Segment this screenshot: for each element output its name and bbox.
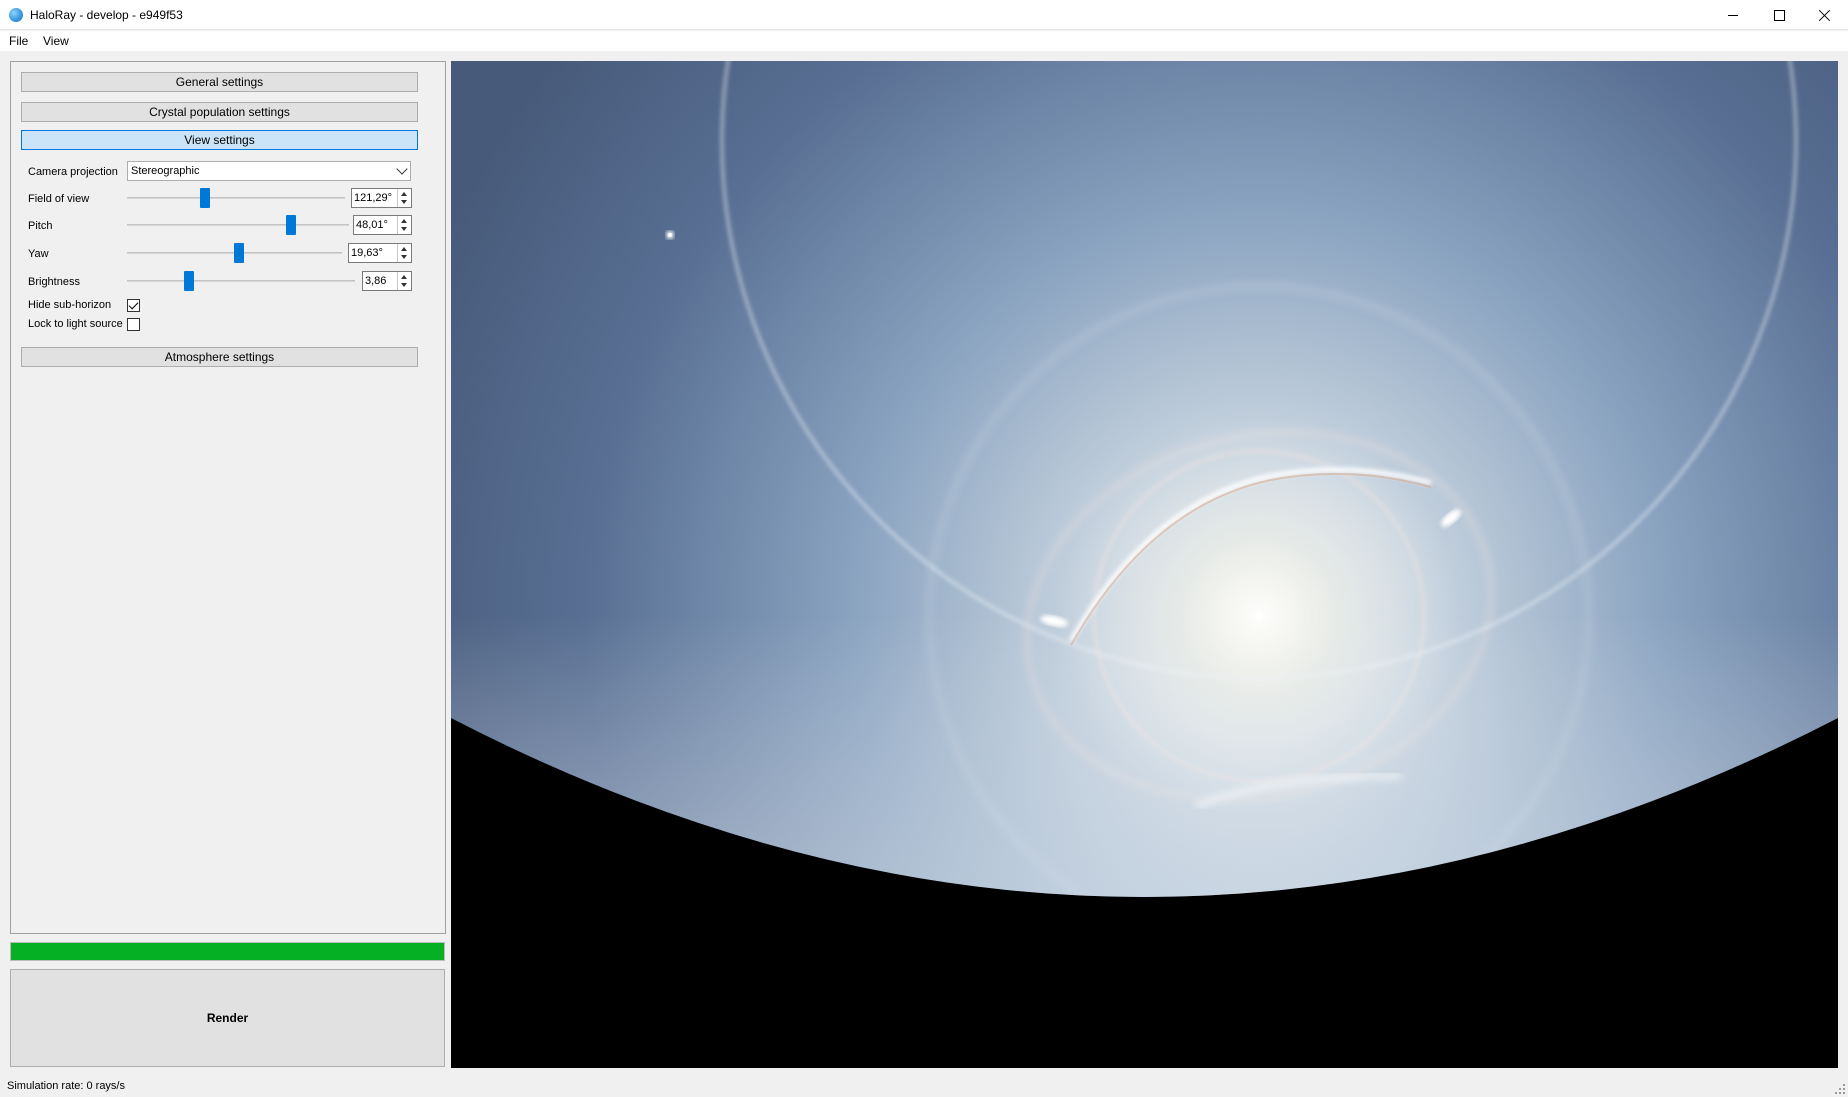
title-bar: HaloRay - develop - e949f53	[0, 0, 1848, 30]
yaw-value: 19,63°	[351, 247, 383, 259]
menu-bar: File View	[0, 31, 1848, 51]
spin-down-icon[interactable]	[401, 200, 407, 204]
fov-label: Field of view	[28, 193, 90, 205]
spin-up-icon[interactable]	[401, 219, 407, 223]
brightness-slider[interactable]	[127, 271, 355, 291]
chevron-down-icon	[396, 163, 408, 175]
camera-projection-label: Camera projection	[28, 166, 118, 178]
brightness-label: Brightness	[28, 276, 80, 288]
general-settings-button[interactable]: General settings	[21, 72, 418, 92]
close-button[interactable]	[1802, 0, 1848, 30]
window-title: HaloRay - develop - e949f53	[30, 8, 183, 22]
pitch-slider-track	[127, 224, 349, 226]
brightness-value: 3,86	[365, 275, 387, 287]
camera-projection-value: Stereographic	[131, 165, 200, 177]
spin-down-icon[interactable]	[401, 227, 407, 231]
render-progress-bar	[10, 942, 445, 961]
spin-up-icon[interactable]	[401, 247, 407, 251]
maximize-button[interactable]	[1756, 0, 1802, 30]
fov-slider-handle[interactable]	[200, 188, 210, 208]
pitch-spin-buttons[interactable]	[397, 216, 411, 234]
yaw-slider-handle[interactable]	[234, 243, 244, 263]
brightness-slider-handle[interactable]	[184, 271, 194, 291]
pitch-slider[interactable]	[127, 215, 349, 235]
maximize-icon	[1773, 9, 1785, 21]
fov-slider-track	[127, 197, 345, 199]
brightness-slider-track	[127, 280, 355, 282]
progress-fill	[11, 943, 444, 960]
spin-up-icon[interactable]	[401, 275, 407, 279]
pitch-label: Pitch	[28, 220, 53, 232]
settings-panel: General settings Crystal population sett…	[10, 61, 446, 934]
camera-projection-select[interactable]: Stereographic	[127, 161, 411, 181]
spin-down-icon[interactable]	[401, 255, 407, 259]
fov-spinbox[interactable]: 121,29°	[351, 188, 412, 208]
status-text: Simulation rate: 0 rays/s	[7, 1080, 125, 1092]
pitch-value: 48,01°	[356, 219, 388, 231]
fov-spin-buttons[interactable]	[397, 189, 411, 207]
atmosphere-settings-button[interactable]: Atmosphere settings	[21, 347, 418, 367]
lock-light-source-checkbox[interactable]	[127, 318, 140, 331]
lock-light-source-label: Lock to light source	[28, 318, 123, 330]
render-viewport[interactable]	[451, 61, 1838, 1068]
render-button[interactable]: Render	[10, 969, 445, 1067]
checkmark-icon	[128, 299, 139, 310]
yaw-slider[interactable]	[127, 243, 342, 263]
close-icon	[1819, 9, 1831, 21]
crystal-population-settings-button[interactable]: Crystal population settings	[21, 102, 418, 122]
hide-subhorizon-label: Hide sub-horizon	[28, 299, 112, 311]
spin-up-icon[interactable]	[401, 192, 407, 196]
fov-value: 121,29°	[354, 192, 393, 204]
yaw-spinbox[interactable]: 19,63°	[348, 243, 412, 263]
hide-subhorizon-checkbox[interactable]	[127, 299, 140, 312]
haloray-app-icon	[9, 8, 23, 22]
menu-view[interactable]: View	[43, 34, 69, 48]
pitch-slider-handle[interactable]	[286, 215, 296, 235]
spin-down-icon[interactable]	[401, 283, 407, 287]
brightness-spin-buttons[interactable]	[397, 272, 411, 290]
minimize-icon	[1728, 14, 1738, 16]
view-settings-button[interactable]: View settings	[21, 130, 418, 150]
resize-grip-icon[interactable]	[1835, 1084, 1845, 1094]
halo-render-image	[451, 61, 1838, 1068]
menu-file[interactable]: File	[9, 34, 28, 48]
minimize-button[interactable]	[1710, 0, 1756, 30]
fov-slider[interactable]	[127, 188, 345, 208]
brightness-spinbox[interactable]: 3,86	[362, 271, 412, 291]
yaw-label: Yaw	[28, 248, 49, 260]
yaw-spin-buttons[interactable]	[397, 244, 411, 262]
pitch-spinbox[interactable]: 48,01°	[353, 215, 412, 235]
